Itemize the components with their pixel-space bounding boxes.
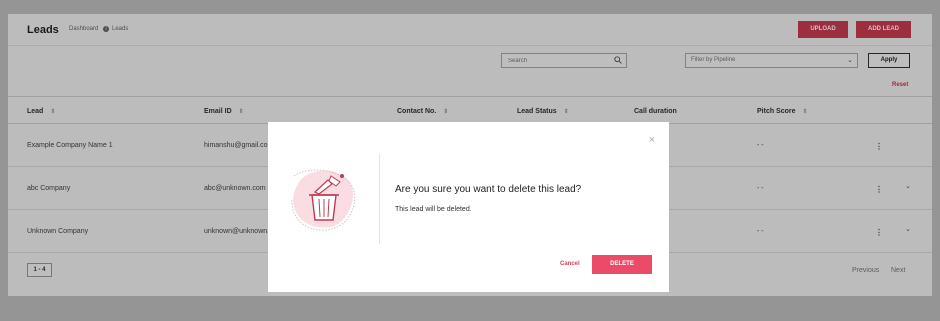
delete-confirmation-dialog: × Are you sure you want to delete this l…: [268, 122, 669, 292]
delete-button[interactable]: DELETE: [592, 255, 652, 274]
dialog-heading: Are you sure you want to delete this lea…: [395, 184, 582, 195]
dialog-divider: [379, 154, 380, 244]
close-icon[interactable]: ×: [649, 135, 655, 146]
trash-bin-illustration: [291, 169, 356, 231]
cancel-button[interactable]: Cancel: [560, 261, 580, 267]
dialog-message: This lead will be deleted.: [395, 206, 472, 213]
